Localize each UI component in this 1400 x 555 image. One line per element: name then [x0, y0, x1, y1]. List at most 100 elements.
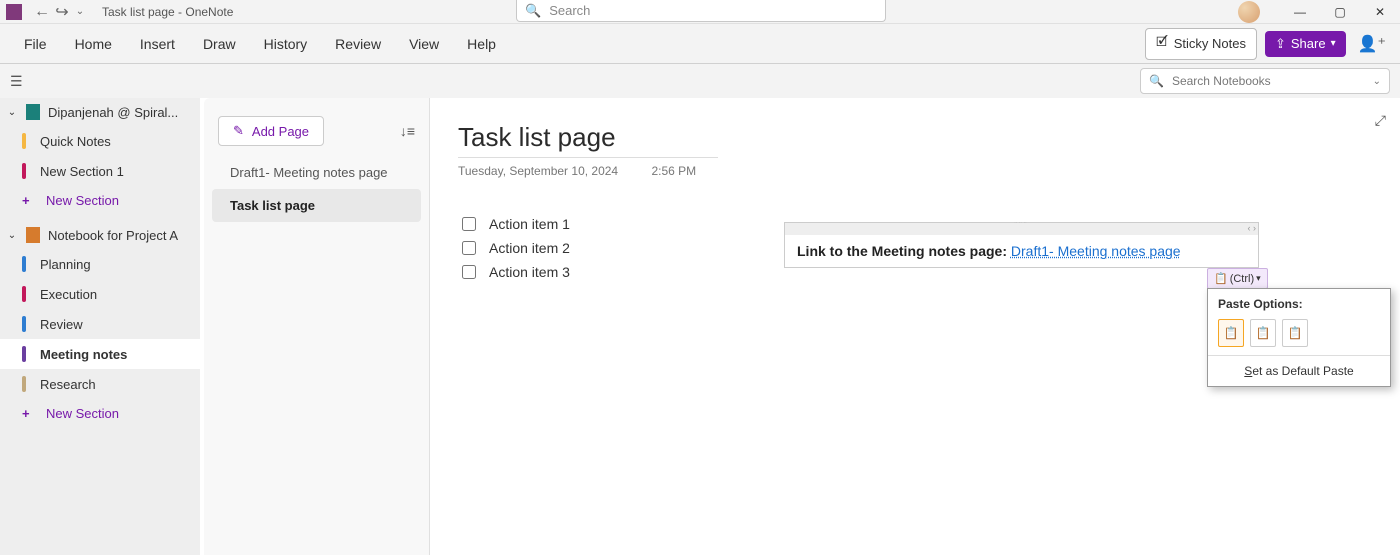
section-color-tab	[22, 133, 26, 149]
task-text[interactable]: Action item 1	[489, 216, 570, 232]
clipboard-arrow-icon: 📋	[1256, 326, 1271, 340]
title-search-box[interactable]: 🔍 Search	[516, 0, 886, 22]
paste-ctrl-chip[interactable]: 📋 (Ctrl) ▾	[1207, 268, 1268, 289]
onenote-app-icon	[6, 4, 22, 20]
ribbon-tab-file[interactable]: File	[10, 24, 61, 64]
share-label: Share	[1291, 36, 1326, 51]
chevron-down-icon[interactable]: ⌄	[6, 107, 18, 118]
page-content[interactable]: ⤢ Task list page Tuesday, September 10, …	[430, 98, 1400, 555]
section-item[interactable]: Research	[0, 369, 200, 399]
notebook-search-placeholder: Search Notebooks	[1172, 74, 1271, 88]
edit-icon: ✎	[233, 123, 244, 139]
ribbon: File Home Insert Draw History Review Vie…	[0, 24, 1400, 64]
ribbon-tab-insert[interactable]: Insert	[126, 24, 189, 64]
chevron-down-icon[interactable]: ⌄	[6, 230, 18, 241]
set-default-paste[interactable]: Set as Default Paste	[1208, 355, 1390, 386]
section-label: Execution	[40, 287, 97, 302]
note-container-handle[interactable]: ‹ ›	[785, 223, 1258, 235]
notebook-search-box[interactable]: 🔍 Search Notebooks ⌄	[1140, 68, 1390, 94]
people-presence-button[interactable]: 👤⁺	[1354, 30, 1390, 58]
plus-icon: +	[22, 193, 36, 208]
expand-page-button[interactable]: ⤢	[1375, 112, 1386, 129]
ribbon-tab-view[interactable]: View	[395, 24, 453, 64]
add-page-button[interactable]: ✎ Add Page	[218, 116, 324, 146]
task-text[interactable]: Action item 3	[489, 264, 570, 280]
link-label: Link to the Meeting notes page:	[797, 243, 1011, 259]
window-title: Task list page - OneNote	[102, 5, 233, 19]
title-bar: ← ↪ ⌄ Task list page - OneNote 🔍 Search …	[0, 0, 1400, 24]
back-button[interactable]: ←	[32, 3, 52, 21]
share-icon: ⇪	[1275, 36, 1286, 52]
clipboard-text-icon: 📋	[1288, 326, 1303, 340]
user-avatar[interactable]	[1238, 1, 1260, 23]
notebook-name: Notebook for Project A	[48, 228, 194, 243]
ribbon-tab-draw[interactable]: Draw	[189, 24, 250, 64]
paste-options-popup: Paste Options: 📋 📋 📋 Set as Default Past…	[1207, 288, 1391, 387]
sub-bar: ☰ 🔍 Search Notebooks ⌄	[0, 64, 1400, 98]
notebook-icon	[26, 104, 40, 120]
close-button[interactable]: ✕	[1360, 0, 1400, 24]
chevron-down-icon[interactable]: ⌄	[1373, 76, 1381, 87]
section-item[interactable]: Execution	[0, 279, 200, 309]
main-area: ⌄ Dipanjenah @ Spiral... Quick Notes New…	[0, 98, 1400, 555]
ribbon-tab-history[interactable]: History	[250, 24, 322, 64]
navigation-toggle[interactable]: ☰	[10, 73, 23, 90]
share-button[interactable]: ⇪ Share ▾	[1265, 31, 1346, 57]
maximize-button[interactable]: ▢	[1320, 0, 1360, 24]
note-container[interactable]: ‹ › Link to the Meeting notes page: Draf…	[784, 222, 1259, 268]
section-item[interactable]: Meeting notes	[0, 339, 200, 369]
minimize-button[interactable]: —	[1280, 0, 1320, 24]
quick-access-dropdown[interactable]: ⌄	[72, 6, 88, 17]
forward-button[interactable]: ↪	[52, 2, 72, 22]
sticky-notes-button[interactable]: 🗹 Sticky Notes	[1145, 28, 1257, 60]
section-item[interactable]: Planning	[0, 249, 200, 279]
page-title[interactable]: Task list page	[458, 122, 718, 158]
section-color-tab	[22, 376, 26, 392]
section-color-tab	[22, 256, 26, 272]
page-item[interactable]: Draft1- Meeting notes page	[212, 156, 421, 189]
page-meta: Tuesday, September 10, 2024 2:56 PM	[458, 164, 1372, 178]
sticky-notes-label: Sticky Notes	[1174, 36, 1246, 51]
ribbon-tab-review[interactable]: Review	[321, 24, 395, 64]
task-text[interactable]: Action item 2	[489, 240, 570, 256]
ribbon-tab-home[interactable]: Home	[61, 24, 126, 64]
search-icon: 🔍	[525, 3, 541, 19]
section-label: New Section 1	[40, 164, 124, 179]
paste-merge-formatting[interactable]: 📋	[1250, 319, 1276, 347]
search-icon: 🔍	[1149, 74, 1164, 88]
window-controls: — ▢ ✕	[1238, 0, 1400, 24]
section-color-tab	[22, 316, 26, 332]
ribbon-tab-help[interactable]: Help	[453, 24, 510, 64]
task-checkbox[interactable]	[462, 265, 476, 279]
note-container-body[interactable]: Link to the Meeting notes page: Draft1- …	[785, 235, 1258, 267]
title-search-placeholder: Search	[549, 3, 590, 18]
section-item[interactable]: Review	[0, 309, 200, 339]
paste-keep-text-only[interactable]: 📋	[1282, 319, 1308, 347]
notebook-header[interactable]: ⌄ Dipanjenah @ Spiral...	[0, 98, 200, 126]
plus-icon: +	[22, 406, 36, 421]
new-section-button[interactable]: + New Section	[0, 399, 200, 428]
page-link[interactable]: Draft1- Meeting notes page	[1011, 243, 1181, 259]
clipboard-icon: 📋	[1214, 272, 1228, 285]
scroll-indicator-icon: ‹ ›	[1248, 223, 1257, 233]
paste-keep-source-formatting[interactable]: 📋	[1218, 319, 1244, 347]
page-item[interactable]: Task list page	[212, 189, 421, 222]
new-section-label: New Section	[46, 406, 119, 421]
section-label: Review	[40, 317, 83, 332]
task-checkbox[interactable]	[462, 241, 476, 255]
pages-panel: ✎ Add Page ↓≡ Draft1- Meeting notes page…	[200, 98, 430, 555]
sticky-notes-icon: 🗹	[1156, 33, 1168, 55]
paste-options-header: Paste Options:	[1208, 289, 1390, 319]
chevron-down-icon: ▾	[1331, 38, 1336, 49]
pages-toolbar: ✎ Add Page ↓≡	[204, 116, 429, 156]
notebook-header[interactable]: ⌄ Notebook for Project A	[0, 221, 200, 249]
sort-pages-button[interactable]: ↓≡	[400, 123, 415, 139]
notebook-sidebar: ⌄ Dipanjenah @ Spiral... Quick Notes New…	[0, 98, 200, 555]
section-item[interactable]: New Section 1	[0, 156, 200, 186]
section-color-tab	[22, 163, 26, 179]
task-checkbox[interactable]	[462, 217, 476, 231]
add-page-label: Add Page	[252, 124, 309, 139]
new-section-button[interactable]: + New Section	[0, 186, 200, 215]
notebook-icon	[26, 227, 40, 243]
section-item[interactable]: Quick Notes	[0, 126, 200, 156]
